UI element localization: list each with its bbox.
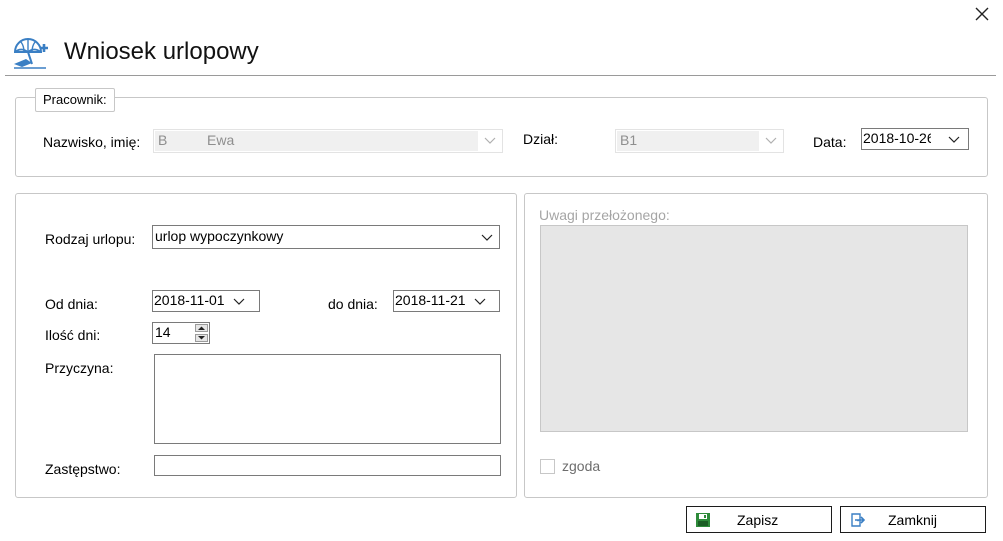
chevron-down-icon[interactable] [481,231,493,243]
employee-firstname: Ewa [207,132,235,148]
substitute-input[interactable] [154,455,501,476]
save-label: Zapisz [737,512,779,528]
to-date-picker[interactable]: 2018-11-21 [393,290,500,312]
chevron-down-icon [484,137,496,144]
beach-umbrella-plus-icon [12,36,48,70]
supervisor-notes-textarea [540,225,968,432]
floppy-disk-icon [696,513,710,527]
department-select: B1 [615,129,784,153]
reason-textarea[interactable] [154,354,501,444]
chevron-down-icon[interactable] [948,133,960,145]
days-count-value: 14 [155,324,171,340]
exit-door-icon [851,513,865,527]
name-label: Nazwisko, imię: [43,134,141,150]
employee-select: B Ewa [153,129,503,153]
increment-button[interactable] [195,324,208,332]
to-date-value: 2018-11-21 [395,292,466,308]
from-date-value: 2018-11-01 [154,292,225,308]
close-button[interactable] [972,4,992,24]
close-icon[interactable] [972,4,992,24]
from-date-picker[interactable]: 2018-11-01 [152,290,260,312]
chevron-down-icon[interactable] [233,295,245,307]
arrow-down-icon[interactable] [196,335,207,341]
from-date-label: Od dnia: [45,296,98,312]
title-divider [5,75,996,76]
pracownik-legend: Pracownik: [35,88,115,112]
department-value: B1 [620,132,638,148]
leave-type-value: urlop wypoczynkowy [155,228,284,244]
consent-checkbox [540,459,555,474]
substitute-label: Zastępstwo: [45,461,121,477]
arrow-up-icon[interactable] [196,325,207,331]
decrement-button[interactable] [195,334,208,342]
date-label: Data: [813,134,847,150]
chevron-down-icon[interactable] [474,295,486,307]
close-form-button[interactable]: Zamknij [840,506,986,533]
reason-label: Przyczyna: [45,360,114,376]
days-count-stepper[interactable]: 14 [152,322,210,344]
save-button[interactable]: Zapisz [686,506,832,533]
consent-label: zgoda [562,458,601,474]
employee-surname: B [158,132,168,148]
supervisor-notes-label: Uwagi przełożonego: [539,207,670,223]
leave-type-label: Rodzaj urlopu: [45,231,136,247]
to-date-label: do dnia: [328,296,378,312]
dept-label: Dział: [523,131,559,147]
chevron-down-icon [765,137,777,144]
window-title: Wniosek urlopowy [64,38,259,65]
close-form-label: Zamknij [888,512,938,528]
days-count-label: Ilość dni: [45,327,101,343]
date-value: 2018-10-26 [863,130,931,146]
date-picker[interactable]: 2018-10-26 [861,128,969,150]
leave-type-select[interactable]: urlop wypoczynkowy [152,225,500,249]
